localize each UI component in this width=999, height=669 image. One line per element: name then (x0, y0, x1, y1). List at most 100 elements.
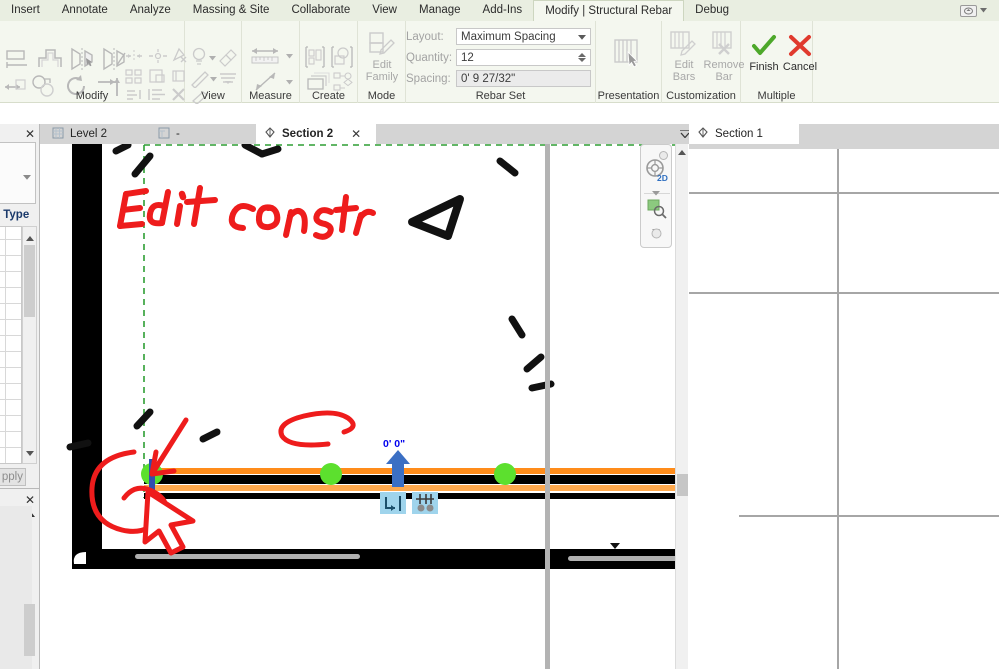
ribbon-panel-presentation-label: Presentation (597, 90, 660, 102)
view-tab-section-1[interactable]: Section 1 (689, 124, 799, 144)
ribbon-tab-annotate[interactable]: Annotate (51, 0, 119, 21)
ribbon-panel-presentation: Presentation (596, 21, 662, 103)
section-2-canvas[interactable]: 0' 0" (40, 144, 688, 669)
dimension-label: 0' 0" (383, 438, 405, 450)
rebar-bottom-orange (144, 485, 688, 491)
rebar-top-orange (144, 468, 688, 474)
ribbon-panel-view-label: View (201, 90, 225, 102)
ribbon-panel-customization-label: Customization (666, 90, 736, 102)
chevron-up-icon[interactable] (26, 228, 34, 246)
layout-field-row: Layout: Maximum Spacing (406, 28, 591, 45)
ribbon-tab-modify-structural-rebar[interactable]: Modify | Structural Rebar (533, 0, 685, 21)
rebar-presentation-icon[interactable] (612, 38, 648, 72)
ribbon-tab-label: Debug (695, 4, 730, 16)
ribbon-options-dropdown[interactable] (960, 4, 987, 17)
ribbon-panel-rebar-set-label: Rebar Set (475, 90, 526, 102)
ribbon-tab-manage[interactable]: Manage (408, 0, 472, 21)
scrollbar-thumb[interactable] (24, 604, 35, 656)
visibility-graphics-icon[interactable] (190, 46, 208, 68)
chevron-down-icon[interactable] (23, 167, 31, 185)
navbar-settings-icon[interactable] (651, 226, 662, 244)
ribbon: Modify View Measure Create Edit Family M… (0, 21, 999, 104)
view-tab-section-2[interactable]: Section 2 ✕ (256, 124, 376, 144)
edit-family-label-2: Family (365, 70, 399, 83)
scrollbar-thumb[interactable] (677, 474, 688, 496)
properties-grid[interactable] (0, 226, 22, 464)
measure-between-references-icon[interactable] (248, 46, 282, 68)
close-icon[interactable]: ✕ (351, 127, 361, 141)
quantity-label: Quantity: (406, 51, 453, 64)
scale-icon[interactable] (148, 68, 168, 84)
chevron-down-icon[interactable] (210, 77, 217, 82)
ribbon-tab-massing-site[interactable]: Massing & Site (182, 0, 281, 21)
cutback-lines-icon[interactable] (218, 71, 238, 87)
ribbon-panel-measure: Measure (242, 21, 300, 103)
close-icon[interactable]: ✕ (25, 493, 35, 507)
ribbon-tab-view[interactable]: View (361, 0, 408, 21)
split-element-icon[interactable] (124, 48, 144, 64)
offset-icon[interactable] (36, 46, 64, 72)
create-similar-icon[interactable] (303, 45, 327, 69)
ribbon-tab-add-ins[interactable]: Add-Ins (472, 0, 534, 21)
spinner-icon[interactable] (578, 53, 586, 62)
create-group-icon[interactable] (329, 45, 355, 69)
quantity-stepper[interactable]: 12 (456, 49, 591, 66)
layout-value: Maximum Spacing (461, 30, 556, 43)
ribbon-tab-insert[interactable]: Insert (0, 0, 51, 21)
quantity-field-row: Quantity: 12 (406, 49, 591, 66)
sheet-icon (158, 127, 170, 142)
ribbon-tab-analyze[interactable]: Analyze (119, 0, 182, 21)
properties-scrollbar[interactable] (22, 226, 37, 464)
section-icon (264, 126, 276, 142)
chevron-down-icon (578, 31, 586, 43)
red-circle-annotation (278, 410, 356, 448)
ribbon-panel-multiple: Finish Cancel Multiple (741, 21, 817, 103)
linework-icon[interactable] (190, 70, 210, 88)
palette-divider (0, 488, 39, 489)
ribbon-panel-modify-label: Modify (75, 90, 109, 102)
cancel-button[interactable]: Cancel (774, 30, 826, 74)
canvas-vertical-scrollbar[interactable] (675, 144, 688, 669)
chevron-down-icon[interactable] (209, 56, 216, 61)
ribbon-tab-label: Collaborate (291, 4, 351, 16)
apply-button[interactable]: pply (0, 468, 26, 486)
close-icon[interactable]: ✕ (25, 127, 35, 141)
view-tab-label: Section 1 (715, 128, 763, 140)
view-tab-sheet[interactable]: - (150, 124, 188, 144)
chevron-down-icon[interactable] (286, 80, 293, 85)
ribbon-panel-customization: Edit Bars Remove Bar Customization (662, 21, 744, 103)
chevron-up-icon[interactable] (678, 147, 686, 158)
type-selector-box[interactable] (0, 142, 36, 204)
edit-family-button[interactable]: Edit Family (356, 28, 408, 83)
quantity-value: 12 (461, 51, 474, 64)
section-1-canvas[interactable] (689, 144, 999, 669)
ink-stroke-dot (610, 543, 620, 549)
ribbon-panel-multiple-label: Multiple (757, 90, 796, 102)
revit-window: Insert Annotate Analyze Massing & Site C… (0, 0, 999, 669)
hide-category-icon[interactable] (218, 47, 238, 67)
chevron-down-icon[interactable] (286, 54, 293, 59)
ribbon-tab-collaborate[interactable]: Collaborate (280, 0, 361, 21)
ribbon-tab-label: Modify | Structural Rebar (545, 5, 673, 17)
chevron-down-icon[interactable] (26, 443, 34, 461)
mirror-pick-axis-icon[interactable] (68, 46, 96, 72)
view-divider (545, 144, 550, 669)
ribbon-panel-create: Create (300, 21, 358, 103)
ribbon-panel-modify: Modify (0, 21, 187, 103)
rebar-grip (494, 463, 516, 485)
align-icon[interactable] (5, 48, 31, 72)
edit-family-label-1: Edit (372, 59, 392, 71)
scrollbar-thumb[interactable] (24, 245, 35, 317)
array-icon[interactable] (124, 68, 144, 84)
layout-select[interactable]: Maximum Spacing (456, 28, 591, 45)
view-tab-level-2[interactable]: Level 2 (44, 124, 115, 144)
ribbon-tab-label: Manage (418, 4, 461, 16)
ribbon-tab-label: Massing & Site (192, 4, 270, 16)
navigation-bar[interactable]: 2D (640, 144, 672, 248)
edit-type-button[interactable]: dit Type (0, 209, 29, 221)
view-tab-label: Level 2 (70, 128, 108, 140)
spacing-input[interactable]: 0' 9 27/32" (456, 70, 591, 87)
split-with-gap-icon[interactable] (148, 48, 168, 64)
view-tab-label: - (176, 128, 180, 140)
ribbon-tab-debug[interactable]: Debug (684, 0, 740, 21)
